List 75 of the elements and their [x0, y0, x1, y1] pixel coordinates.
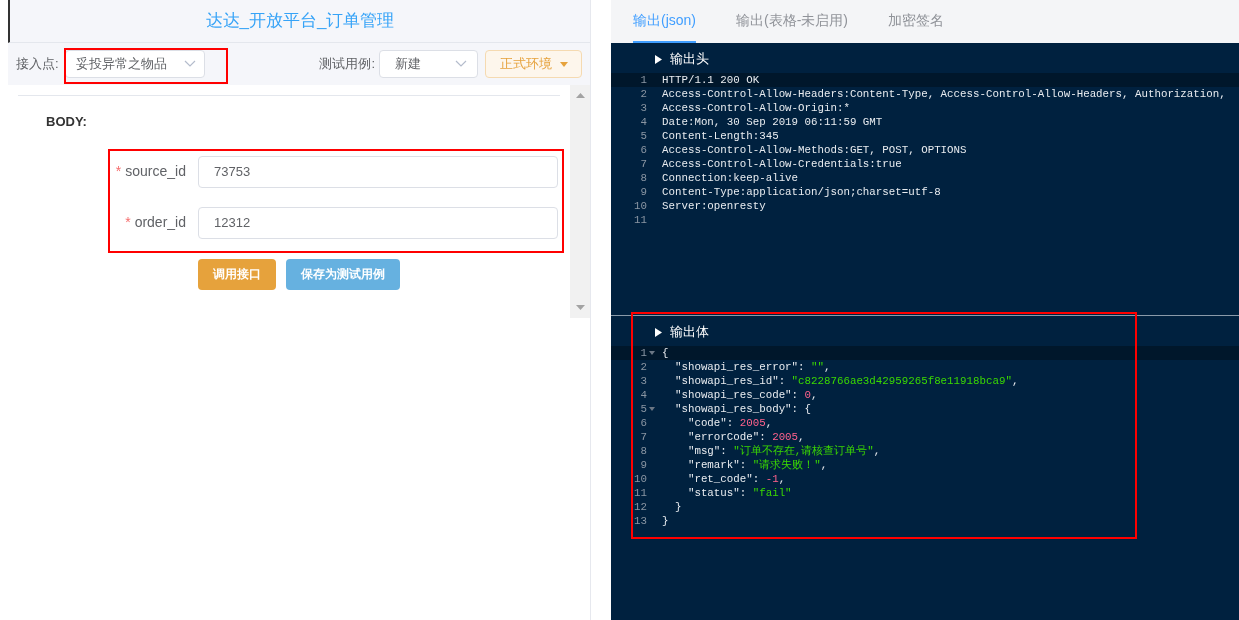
- code-line: "showapi_res_error": "",: [673, 360, 831, 374]
- section-title: 输出体: [670, 323, 709, 342]
- line-number: 11: [634, 486, 647, 500]
- line-number: 6: [640, 416, 647, 430]
- code-line: "code": 2005,: [686, 416, 773, 430]
- line-number: 10: [634, 199, 647, 213]
- code-line: "showapi_res_id": "c8228766ae3d42959265f8e11918bca9",: [673, 374, 1019, 388]
- environment-dropdown[interactable]: 正式环境: [485, 50, 582, 78]
- code-line: Access-Control-Allow-Origin:*: [661, 101, 850, 115]
- section-title: 输出头: [670, 50, 709, 69]
- line-number: 8: [640, 444, 647, 458]
- line-number: 8: [640, 171, 647, 185]
- code-line: "ret_code": -1,: [686, 472, 786, 486]
- line-number: 3: [640, 101, 647, 115]
- fold-caret-icon[interactable]: [649, 407, 655, 411]
- code-line: Access-Control-Allow-Headers:Content-Type, Access-Control-Allow-Headers, Authorization,: [661, 87, 1226, 101]
- line-number: 10: [634, 472, 647, 486]
- scrollbar[interactable]: [570, 85, 590, 318]
- line-number: 12: [634, 500, 647, 514]
- code-line: Access-Control-Allow-Methods:GET, POST, OPTIONS: [661, 143, 967, 157]
- line-number: 9: [640, 458, 647, 472]
- caret-right-icon[interactable]: [655, 327, 662, 337]
- line-number: 6: [640, 143, 647, 157]
- code-line: {: [661, 346, 669, 360]
- line-number: 2: [640, 87, 647, 101]
- save-test-case-button[interactable]: 保存为测试用例: [286, 258, 400, 290]
- field-label: * order_id: [124, 213, 187, 232]
- field-label: * source_id: [114, 162, 187, 181]
- page-title: 达达_开放平台_订单管理: [205, 10, 395, 33]
- code-line: }: [673, 500, 682, 514]
- code-line: Server:openresty: [661, 199, 766, 213]
- line-number: 13: [634, 514, 647, 528]
- access-point-select[interactable]: 妥投异常之物品: [64, 50, 205, 78]
- line-number: 1: [640, 346, 647, 360]
- line-number: 9: [640, 185, 647, 199]
- code-line: "status": "fail": [686, 486, 792, 500]
- line-number: 4: [640, 115, 647, 129]
- arrow-up-icon[interactable]: [575, 93, 585, 98]
- test-case-select[interactable]: 新建: [379, 50, 478, 78]
- line-number: 5: [640, 129, 647, 143]
- code-line: "showapi_res_code": 0,: [673, 388, 818, 402]
- code-line: Content-Type:application/json;charset=utf-8: [661, 185, 941, 199]
- chevron-down-icon: [455, 60, 467, 68]
- output-tab[interactable]: 加密签名: [888, 0, 944, 43]
- code-line: "errorCode": 2005,: [686, 430, 805, 444]
- line-number: 2: [640, 360, 647, 374]
- test-case-label: 测试用例:: [319, 55, 375, 74]
- text-input[interactable]: 73753: [198, 155, 558, 188]
- line-number: 1: [640, 73, 647, 87]
- body-label: BODY:: [46, 113, 87, 131]
- code-line: Date:Mon, 30 Sep 2019 06:11:59 GMT: [661, 115, 883, 129]
- fold-caret-icon[interactable]: [649, 351, 655, 355]
- line-number: 11: [634, 213, 647, 227]
- line-number: 7: [640, 157, 647, 171]
- access-point-label: 接入点:: [16, 55, 59, 74]
- chevron-down-icon: [183, 60, 196, 68]
- caret-right-icon[interactable]: [655, 54, 662, 64]
- output-tab[interactable]: 输出(json): [633, 0, 696, 43]
- code-line: }: [661, 514, 669, 528]
- code-line: "msg": "订单不存在,请核查订单号",: [686, 444, 881, 458]
- code-line: Content-Length:345: [661, 129, 779, 143]
- code-line: "remark": "请求失败！",: [686, 458, 828, 472]
- arrow-down-icon[interactable]: [575, 305, 585, 310]
- line-number: 4: [640, 388, 647, 402]
- line-number: 3: [640, 374, 647, 388]
- code-line: "showapi_res_body": {: [673, 402, 812, 416]
- code-line: HTTP/1.1 200 OK: [661, 73, 760, 87]
- code-line: Access-Control-Allow-Credentials:true: [661, 157, 902, 171]
- text-input[interactable]: 12312: [198, 206, 558, 239]
- line-number: 7: [640, 430, 647, 444]
- output-tab[interactable]: 输出(表格-未启用): [736, 0, 848, 43]
- code-line: Connection:keep-alive: [661, 171, 799, 185]
- caret-down-icon: [559, 61, 568, 67]
- call-api-button[interactable]: 调用接口: [198, 258, 276, 290]
- line-number: 5: [640, 402, 647, 416]
